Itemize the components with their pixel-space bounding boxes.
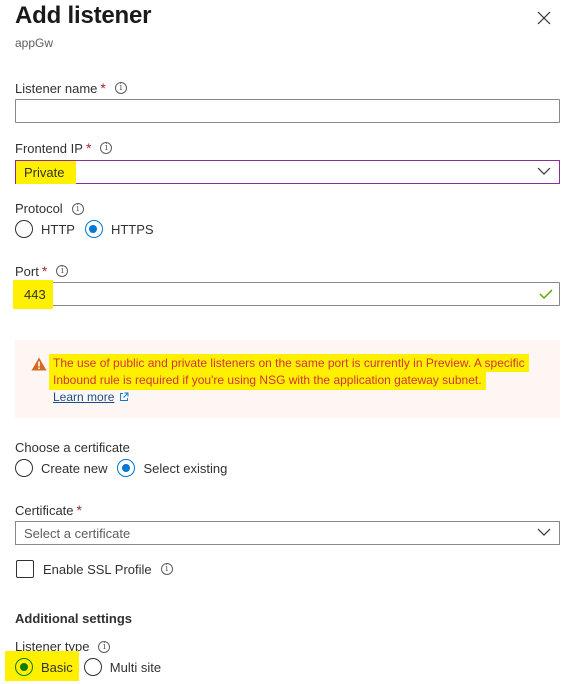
warning-banner: The use of public and private listeners …: [15, 340, 560, 418]
ssl-profile-checkbox[interactable]: [16, 560, 34, 578]
radio-http-label[interactable]: HTTP: [41, 222, 75, 237]
close-button[interactable]: [534, 8, 554, 28]
certificate-choice-radio-group: Create new Select existing: [15, 457, 237, 479]
ssl-profile-row: Enable SSL Profile i: [16, 558, 173, 580]
port-value: 443: [13, 280, 53, 309]
certificate-placeholder: Select a certificate: [24, 526, 131, 541]
warning-text-line1: The use of public and private listeners …: [49, 354, 529, 372]
listener-name-label-text: Listener name: [15, 80, 98, 96]
radio-https-label[interactable]: HTTPS: [111, 222, 154, 237]
protocol-label-text: Protocol: [15, 201, 63, 216]
info-icon[interactable]: i: [56, 265, 69, 277]
info-icon[interactable]: i: [71, 202, 84, 215]
required-marker: *: [41, 263, 48, 279]
listener-name-input[interactable]: [15, 99, 560, 123]
certificate-label: Certificate *: [15, 502, 82, 518]
panel-subtitle: appGw: [15, 36, 54, 50]
port-label-text: Port: [15, 263, 39, 279]
close-icon: [537, 11, 551, 25]
frontend-ip-selected-value: Private: [16, 161, 76, 184]
ssl-profile-label[interactable]: Enable SSL Profile: [43, 562, 152, 577]
port-label: Port * i: [15, 263, 69, 279]
chevron-down-icon: [537, 528, 551, 536]
protocol-radio-group: HTTP HTTPS: [15, 218, 164, 240]
radio-https[interactable]: [84, 220, 103, 238]
learn-more-link[interactable]: Learn more: [53, 390, 114, 404]
certificate-dropdown[interactable]: Select a certificate: [15, 521, 560, 545]
info-icon[interactable]: i: [100, 142, 113, 154]
certificate-label-text: Certificate: [15, 502, 74, 518]
required-marker: *: [76, 502, 82, 518]
external-link-icon: [120, 392, 129, 401]
radio-create-new-label[interactable]: Create new: [41, 461, 107, 476]
frontend-ip-dropdown[interactable]: Private: [15, 160, 560, 184]
checkmark-icon: [539, 289, 553, 299]
chevron-down-icon: [537, 167, 551, 175]
choose-certificate-label: Choose a certificate: [15, 440, 130, 455]
radio-basic[interactable]: [15, 658, 33, 676]
info-icon[interactable]: i: [114, 82, 127, 94]
additional-settings-heading: Additional settings: [15, 611, 132, 626]
required-marker: *: [100, 80, 106, 96]
info-icon[interactable]: i: [98, 640, 111, 653]
frontend-ip-label: Frontend IP * i: [15, 140, 113, 156]
frontend-ip-label-text: Frontend IP: [15, 140, 83, 156]
warning-text-line2: Inbound rule is required if you're using…: [49, 372, 486, 390]
radio-multi-site-label[interactable]: Multi site: [110, 660, 161, 675]
radio-select-existing-label[interactable]: Select existing: [143, 461, 227, 476]
required-marker: *: [85, 140, 92, 156]
radio-multi-site[interactable]: [83, 658, 102, 676]
panel-title: Add listener: [15, 2, 152, 29]
protocol-label: Protocol i: [15, 201, 84, 216]
listener-type-radio-group: Basic Multi site: [15, 656, 171, 678]
radio-select-existing[interactable]: [117, 459, 136, 477]
radio-basic-label[interactable]: Basic: [41, 660, 73, 675]
listener-name-label: Listener name * i: [15, 80, 127, 96]
radio-create-new[interactable]: [15, 459, 33, 477]
info-icon[interactable]: i: [160, 563, 173, 575]
radio-http[interactable]: [15, 220, 33, 238]
port-input[interactable]: 443: [13, 280, 560, 309]
warning-icon: [31, 357, 47, 371]
